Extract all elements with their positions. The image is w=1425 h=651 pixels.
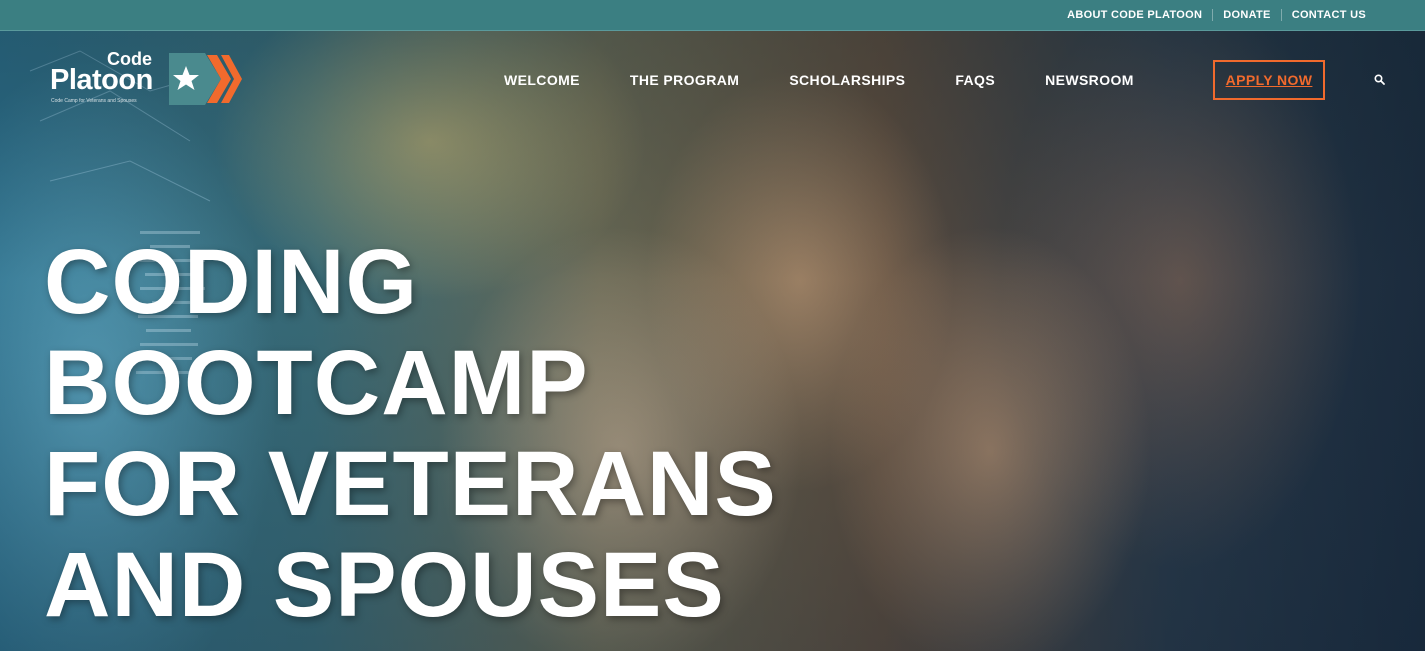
utility-bar: ABOUT CODE PLATOON DONATE CONTACT US (0, 0, 1425, 31)
headline-line: AND SPOUSES (44, 534, 725, 636)
search-icon[interactable] (1372, 72, 1388, 88)
topbar-link-donate[interactable]: DONATE (1213, 9, 1280, 21)
nav-item-scholarships[interactable]: SCHOLARSHIPS (789, 72, 905, 88)
topbar-link-contact[interactable]: CONTACT US (1282, 9, 1376, 21)
headline-line: CODING (44, 231, 418, 333)
nav-item-newsroom[interactable]: NEWSROOM (1045, 72, 1134, 88)
logo-tagline: Code Camp for Veterans and Spouses (51, 98, 137, 104)
topbar-link-about[interactable]: ABOUT CODE PLATOON (1057, 9, 1212, 21)
apply-now-button[interactable]: APPLY NOW (1213, 60, 1325, 100)
logo-text-line2: Platoon (50, 64, 153, 96)
logo-mark (169, 53, 242, 105)
site-logo[interactable]: Code Platoon Code Camp for Veterans and … (50, 49, 245, 109)
nav-item-welcome[interactable]: WELCOME (504, 72, 580, 88)
headline-line: BOOTCAMP (44, 332, 589, 434)
hero-headline: CODING BOOTCAMP FOR VETERANS AND SPOUSES (44, 232, 944, 636)
nav-item-the-program[interactable]: THE PROGRAM (630, 72, 739, 88)
site-header: Code Platoon Code Camp for Veterans and … (0, 31, 1425, 129)
main-nav: WELCOME THE PROGRAM SCHOLARSHIPS FAQS NE… (504, 60, 1184, 100)
headline-line: FOR VETERANS (44, 433, 777, 535)
nav-item-faqs[interactable]: FAQS (955, 72, 995, 88)
